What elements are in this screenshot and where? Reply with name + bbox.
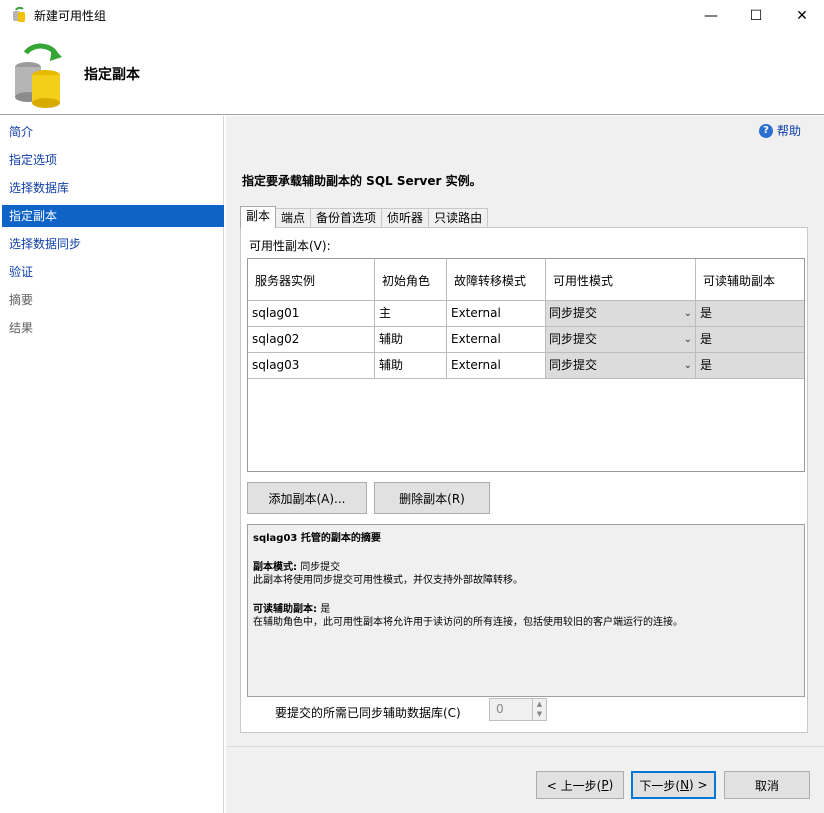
cell-server: sqlag02 [248,327,375,352]
help-label: 帮助 [777,124,802,138]
window-title: 新建可用性组 [34,9,107,23]
summary-readable-label: 可读辅助副本: [253,604,317,615]
minimize-button[interactable]: — [688,0,734,31]
nav-item-databases[interactable]: 选择数据库 [2,177,224,199]
summary-mode-label: 副本模式: [253,562,297,573]
question-circle-icon: ? [759,123,773,138]
column-header-role[interactable]: 初始角色 [375,259,447,301]
next-suffix: ) > [689,778,708,792]
cell-failover[interactable]: External [447,327,546,352]
previous-button[interactable]: < 上一步(P) [536,771,624,799]
remove-replica-button[interactable]: 删除副本(R) [374,482,490,514]
summary-readable-desc: 在辅助角色中，此可用性副本将允许用于读访问的所有连接，包括使用较旧的客户端运行的… [253,617,683,628]
required-synced-label: 要提交的所需已同步辅助数据库(C) [275,706,461,720]
add-replica-button[interactable]: 添加副本(A)... [247,482,367,514]
grid-header: 服务器实例 初始角色 故障转移模式 可用性模式 可读辅助副本 [248,259,804,301]
wizard-footer: < 上一步(P) 下一步(N) > 取消 [226,746,824,813]
database-app-icon [13,7,25,22]
replicas-grid: 服务器实例 初始角色 故障转移模式 可用性模式 可读辅助副本 sqlag01 主… [247,258,805,472]
cell-failover[interactable]: External [447,353,546,378]
instruction-text: 指定要承载辅助副本的 SQL Server 实例。 [242,174,482,188]
nav-item-data-sync[interactable]: 选择数据同步 [2,233,224,255]
required-synced-value: 0 [496,702,504,716]
chevron-down-icon: ⌄ [683,308,692,319]
nav-item-validation[interactable]: 验证 [2,261,224,283]
maximize-button[interactable]: ☐ [733,0,779,31]
table-row[interactable]: sqlag02 辅助 External 同步提交 ⌄ 是 [248,327,804,353]
next-accesskey: N [680,778,690,792]
availability-mode-select[interactable]: 同步提交 ⌄ [546,327,696,352]
tab-listener[interactable]: 侦听器 [381,208,430,228]
page-title: 指定副本 [84,67,140,83]
next-prefix: 下一步( [639,778,681,793]
page-header: 指定副本 [0,31,824,115]
cell-readable[interactable]: 是 [696,353,804,378]
chevron-down-icon: ⌄ [683,360,692,371]
summary-mode-line: 副本模式: 同步提交 [253,561,799,574]
summary-title: sqlag03 托管的副本的摘要 [253,533,381,544]
availability-mode-value: 同步提交 [549,332,598,346]
column-header-server[interactable]: 服务器实例 [248,259,375,301]
nav-item-replicas[interactable]: 指定副本 [2,205,224,227]
cell-role: 主 [375,301,447,326]
cell-readable[interactable]: 是 [696,301,804,326]
title-bar: 新建可用性组 — ☐ ✕ [0,0,824,31]
tab-backup-preferences[interactable]: 备份首选项 [310,208,383,228]
summary-readable-line: 可读辅助副本: 是 [253,603,799,616]
column-header-mode[interactable]: 可用性模式 [546,259,696,301]
previous-accesskey: P [601,778,609,792]
close-icon: ✕ [796,7,808,24]
cancel-button[interactable]: 取消 [724,771,810,799]
cell-server: sqlag01 [248,301,375,326]
close-button[interactable]: ✕ [779,0,824,31]
main-panel: ? 帮助 指定要承载辅助副本的 SQL Server 实例。 副本 端点 备份首… [226,116,824,746]
tab-replicas[interactable]: 副本 [240,206,277,228]
table-row[interactable]: sqlag01 主 External 同步提交 ⌄ 是 [248,301,804,327]
minimize-icon: — [704,7,718,24]
tab-readonly-routing[interactable]: 只读路由 [428,208,489,228]
availability-mode-select[interactable]: 同步提交 ⌄ [546,353,696,378]
cell-failover[interactable]: External [447,301,546,326]
summary-mode-desc: 此副本将使用同步提交可用性模式，并仅支持外部故障转移。 [253,575,523,586]
database-replica-icon [15,43,62,108]
nav-item-intro[interactable]: 简介 [2,121,224,143]
chevron-down-icon: ⌄ [683,334,692,345]
replica-summary: sqlag03 托管的副本的摘要 副本模式: 同步提交 此副本将使用同步提交可用… [247,524,805,697]
availability-mode-select[interactable]: 同步提交 ⌄ [546,301,696,326]
availability-mode-value: 同步提交 [549,358,598,372]
cell-server: sqlag03 [248,353,375,378]
nav-item-results: 结果 [9,321,34,335]
cell-role: 辅助 [375,353,447,378]
nav-item-summary: 摘要 [9,293,34,307]
cell-role: 辅助 [375,327,447,352]
summary-mode-value: 同步提交 [300,562,341,573]
help-link[interactable]: ? 帮助 [759,122,801,139]
next-button[interactable]: 下一步(N) > [631,771,716,799]
replicas-label: 可用性副本(V): [249,239,331,253]
availability-mode-value: 同步提交 [549,306,598,320]
previous-prefix: < 上一步( [546,778,602,793]
wizard-nav: 简介 指定选项 选择数据库 指定副本 选择数据同步 验证 摘要 结果 [2,116,224,813]
required-synced-stepper[interactable]: 0 ▲ ▼ [489,698,547,721]
nav-item-options[interactable]: 指定选项 [2,149,224,171]
column-header-readable[interactable]: 可读辅助副本 [696,259,804,301]
table-row[interactable]: sqlag03 辅助 External 同步提交 ⌄ 是 [248,353,804,379]
maximize-icon: ☐ [749,7,763,24]
tab-endpoints[interactable]: 端点 [275,208,312,228]
cell-readable[interactable]: 是 [696,327,804,352]
column-header-failover[interactable]: 故障转移模式 [447,259,546,301]
replicas-tab-panel: 可用性副本(V): 服务器实例 初始角色 故障转移模式 可用性模式 可读辅助副本… [240,227,808,733]
tab-strip: 副本 端点 备份首选项 侦听器 只读路由 [240,206,489,228]
previous-suffix: ) [608,778,614,792]
summary-readable-value: 是 [320,604,331,615]
stepper-arrows-icon[interactable]: ▲ ▼ [532,699,546,720]
